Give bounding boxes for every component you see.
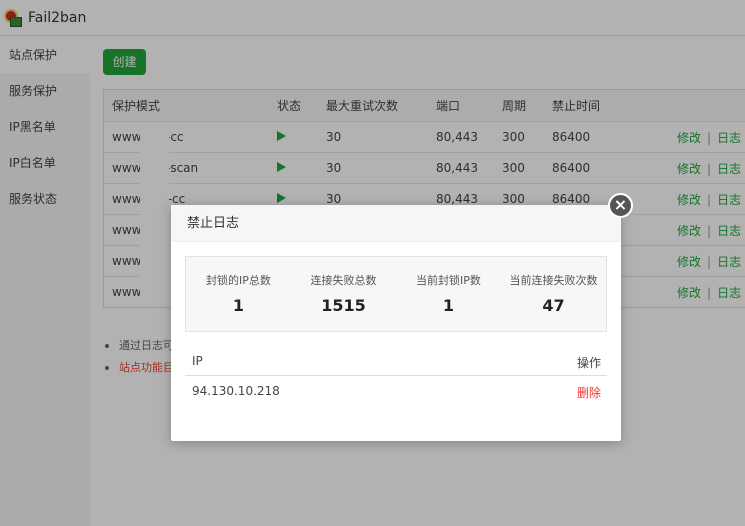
- stat-current-banned-ip: 当前封锁IP数 1: [396, 257, 501, 331]
- stat-value: 47: [542, 296, 565, 315]
- stat-label: 当前连接失败次数: [509, 274, 598, 287]
- ip-address: 94.130.10.218: [192, 384, 280, 398]
- stat-current-failed: 当前连接失败次数 47: [501, 257, 606, 331]
- stat-label: 连接失败总数: [310, 274, 377, 287]
- close-icon[interactable]: ×: [608, 193, 633, 218]
- stat-label: 封锁的IP总数: [206, 274, 271, 287]
- stats-panel: 封锁的IP总数 1 连接失败总数 1515 当前封锁IP数 1 当前连接失败次数…: [185, 256, 607, 332]
- stat-total-banned-ip: 封锁的IP总数 1: [186, 257, 291, 331]
- modal-title: 禁止日志: [171, 205, 621, 242]
- delete-button[interactable]: 删除: [577, 384, 601, 401]
- table-row: 94.130.10.218 删除: [185, 376, 607, 406]
- banned-ip-table: IP 操作 94.130.10.218 删除: [185, 346, 607, 406]
- ban-log-modal: 禁止日志 封锁的IP总数 1 连接失败总数 1515 当前封锁IP数 1 当前连…: [171, 205, 621, 441]
- stat-value: 1: [442, 296, 455, 315]
- ip-table-header: IP 操作: [185, 346, 607, 376]
- col-header-ip: IP: [192, 354, 203, 368]
- stat-label: 当前封锁IP数: [416, 274, 481, 287]
- stat-value: 1515: [321, 296, 366, 315]
- stat-value: 1: [232, 296, 245, 315]
- col-header-action: 操作: [576, 356, 601, 370]
- stat-total-failed: 连接失败总数 1515: [291, 257, 396, 331]
